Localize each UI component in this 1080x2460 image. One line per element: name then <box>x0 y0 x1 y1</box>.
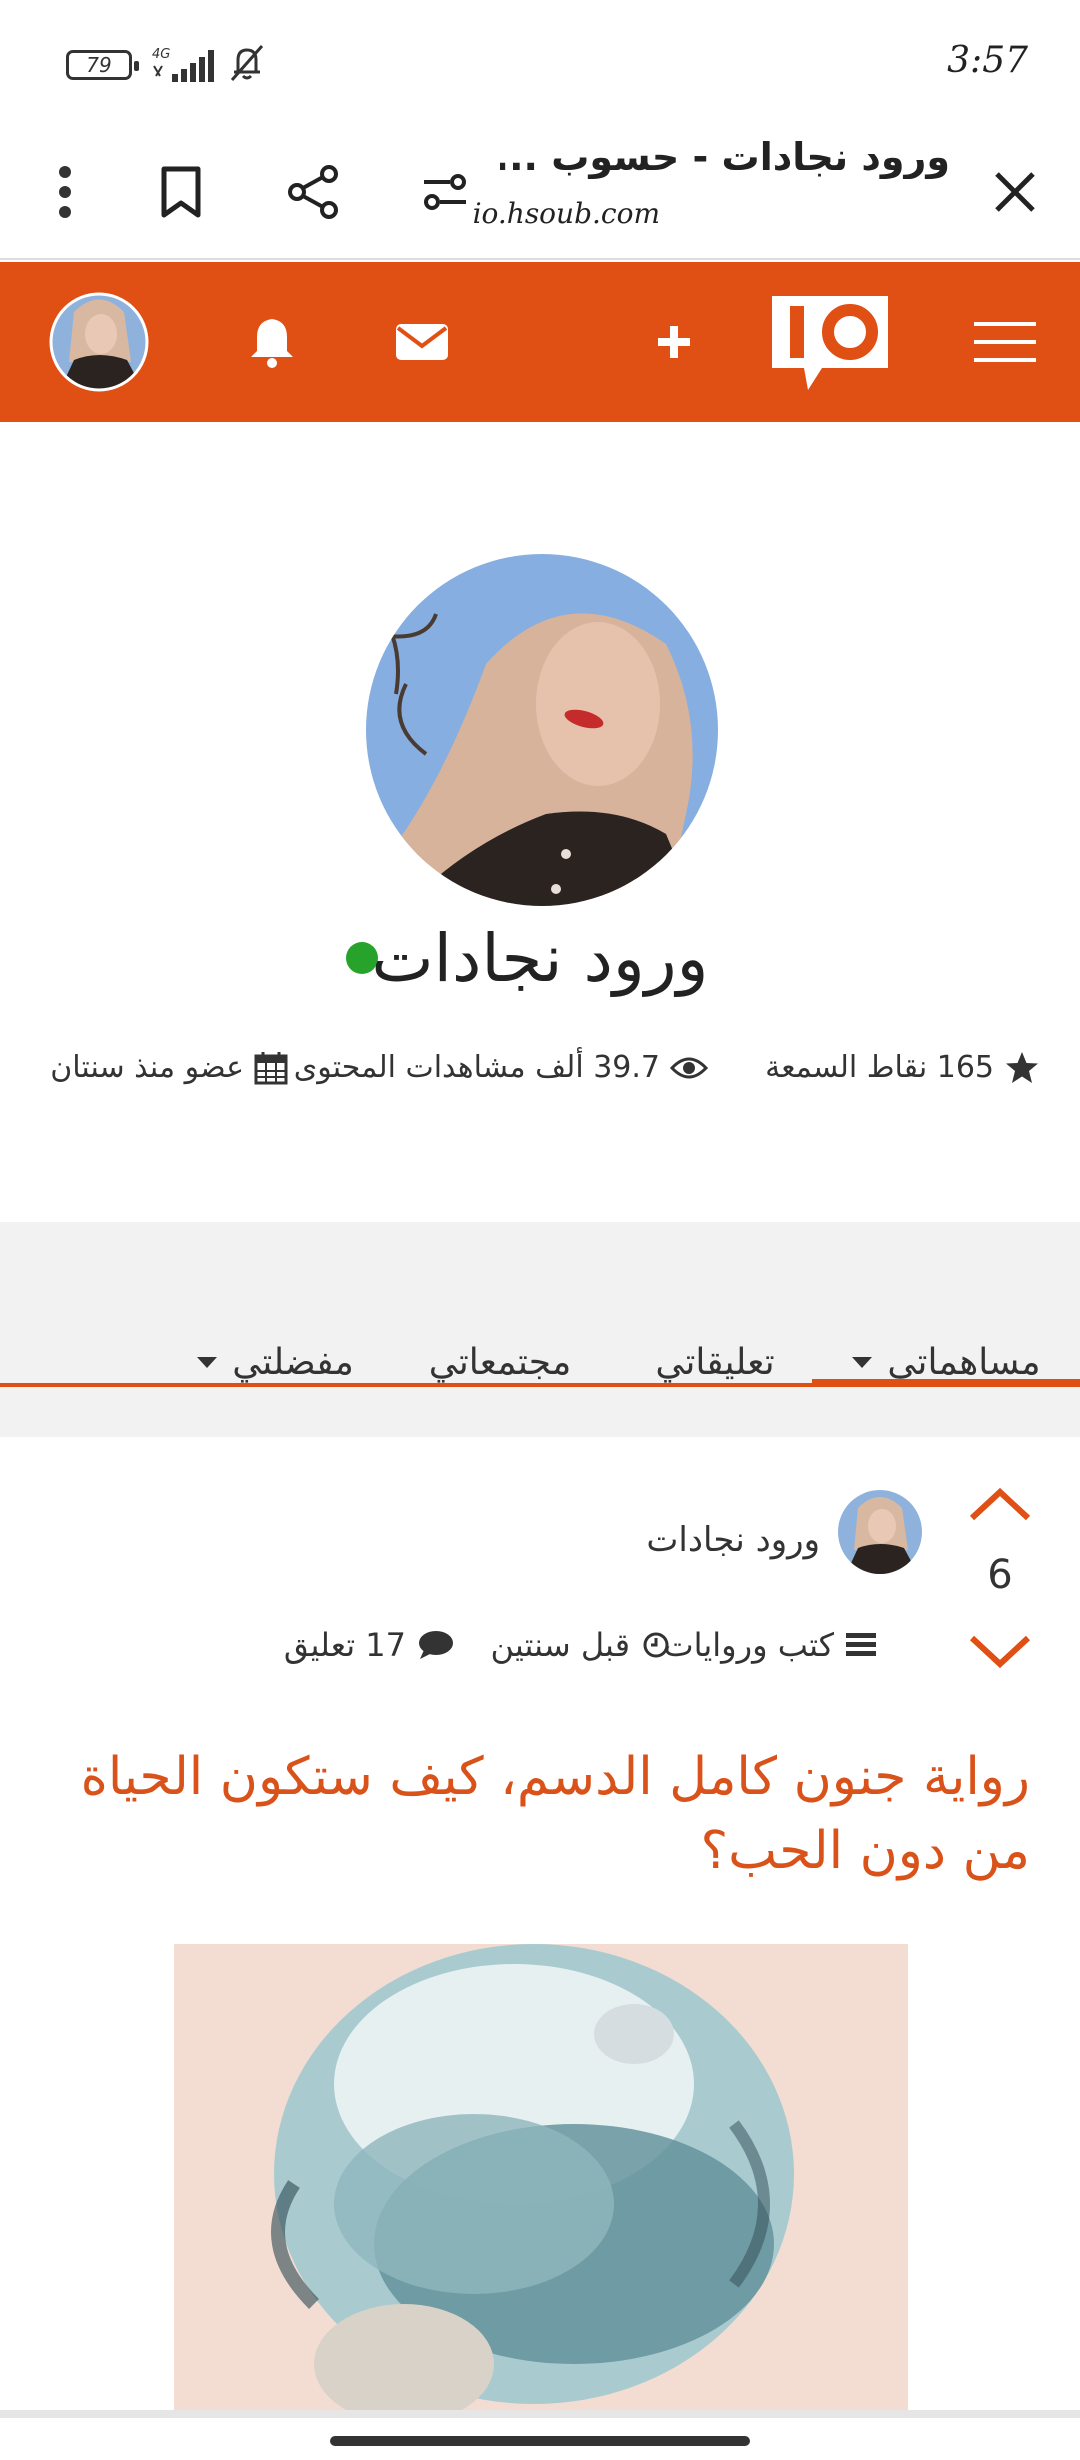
bell-icon <box>251 319 293 368</box>
post-title[interactable]: رواية جنون كامل الدسم، كيف ستكون الحياة … <box>50 1740 1030 1888</box>
comment-icon <box>419 1631 453 1659</box>
vote-count: 6 <box>987 1552 1013 1598</box>
member-since-stat: عضو منذ سنتان <box>50 1050 288 1085</box>
page-title: ورود نجادات - حسوب ... <box>500 135 950 179</box>
tab-label: مساهماتي <box>887 1341 1041 1383</box>
caret-down-icon <box>197 1357 218 1368</box>
eye-icon <box>670 1057 708 1078</box>
site-header <box>0 262 1080 422</box>
post-image[interactable] <box>174 1944 908 2410</box>
tab-label: مجتمعاتي <box>428 1341 572 1383</box>
tab-label: مفضلتي <box>232 1341 354 1383</box>
calendar-icon <box>254 1051 288 1084</box>
share-button[interactable] <box>268 147 358 237</box>
profile-name: ورود نجادات <box>371 920 709 997</box>
views-stat: 39.7 ألف مشاهدات المحتوى <box>294 1050 708 1085</box>
signal-icon: 4G <box>152 47 214 82</box>
plus-icon <box>658 326 690 358</box>
member-since-text: عضو منذ سنتان <box>50 1050 244 1085</box>
category-text: كتب وروايات <box>663 1626 834 1664</box>
tab-comments[interactable]: تعليقاتي <box>620 1307 810 1417</box>
add-post-button[interactable] <box>632 262 716 422</box>
list-icon <box>846 1633 876 1656</box>
network-label: 4G <box>152 47 170 62</box>
more-menu-button[interactable] <box>20 147 110 237</box>
tab-communities[interactable]: مجتمعاتي <box>400 1307 600 1417</box>
status-bar: 79 4G 3:57 <box>0 0 1080 125</box>
browser-toolbar: ورود نجادات - حسوب ... io.hsoub.com <box>0 125 1080 260</box>
tab-favorites[interactable]: مفضلتي <box>170 1307 380 1417</box>
status-time: 3:57 <box>947 40 1028 81</box>
sliders-icon <box>424 174 466 210</box>
close-icon <box>995 172 1035 212</box>
comments-text: 17 تعليق <box>283 1626 406 1664</box>
reputation-text: 165 نقاط السمعة <box>765 1050 994 1085</box>
star-icon <box>1006 1051 1038 1083</box>
time-text: قبل سنتين <box>490 1626 631 1664</box>
post-author-name[interactable]: ورود نجادات <box>646 1520 820 1560</box>
envelope-icon <box>396 324 448 360</box>
bottom-separator <box>0 2410 1080 2418</box>
caret-down-icon <box>852 1357 873 1368</box>
battery-icon: 79 <box>66 50 139 80</box>
post-comments[interactable]: 17 تعليق <box>284 1620 454 1670</box>
share-icon <box>288 165 338 219</box>
post-time: قبل سنتين <box>491 1620 671 1670</box>
profile-photo <box>366 554 718 906</box>
user-avatar-button[interactable] <box>44 262 154 422</box>
close-tab-button[interactable] <box>970 147 1060 237</box>
io-logo-icon <box>772 296 888 390</box>
hamburger-icon <box>974 322 1036 362</box>
page-url[interactable]: io.hsoub.com <box>473 197 660 230</box>
bookmark-icon <box>161 166 201 218</box>
profile-tabs: مساهماتي تعليقاتي مجتمعاتي مفضلتي <box>0 1222 1080 1437</box>
avatar <box>49 292 149 392</box>
more-vertical-icon <box>59 166 71 218</box>
notifications-button[interactable] <box>230 262 314 422</box>
post-category[interactable]: كتب وروايات <box>663 1620 876 1670</box>
home-indicator[interactable] <box>330 2436 750 2446</box>
hamburger-menu-button[interactable] <box>960 262 1050 422</box>
reputation-stat: 165 نقاط السمعة <box>765 1050 1040 1085</box>
mute-bell-icon <box>230 45 264 81</box>
active-tab-indicator <box>812 1379 1080 1387</box>
downvote-chevron-icon[interactable] <box>968 1632 1032 1672</box>
tab-contributions[interactable]: مساهماتي <box>812 1307 1080 1417</box>
post-author-avatar[interactable] <box>838 1490 922 1574</box>
tab-label: تعليقاتي <box>655 1341 775 1383</box>
profile-stats: 165 نقاط السمعة 39.7 ألف مشاهدات المحتوى… <box>40 1050 1040 1100</box>
upvote-chevron-icon[interactable] <box>968 1484 1032 1524</box>
io-logo[interactable] <box>762 262 898 422</box>
messages-button[interactable] <box>380 262 464 422</box>
clock-icon <box>643 1632 669 1658</box>
views-text: 39.7 ألف مشاهدات المحتوى <box>293 1050 660 1085</box>
bookmark-button[interactable] <box>136 147 226 237</box>
